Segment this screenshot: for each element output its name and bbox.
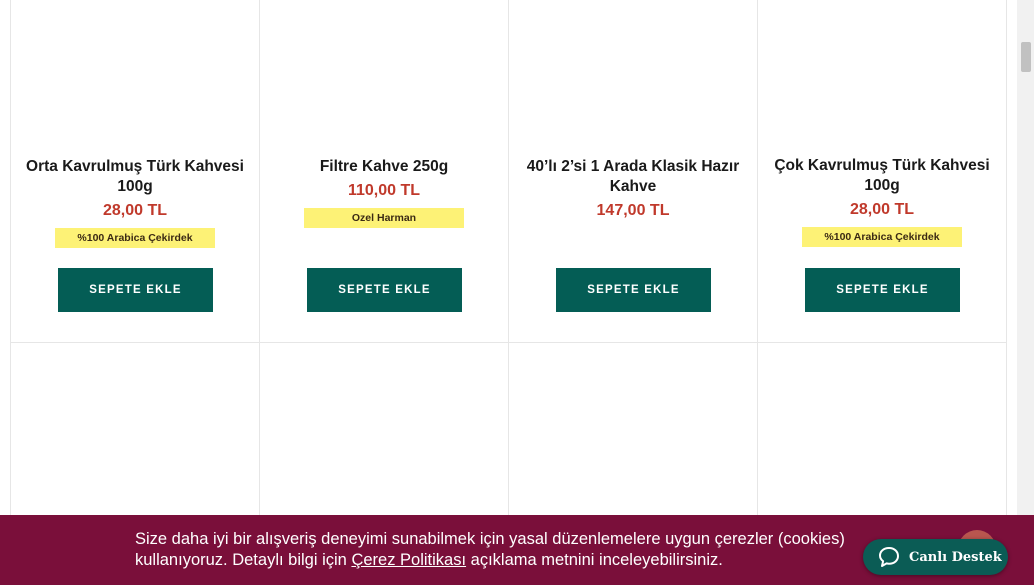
product-grid: Orta Kavrulmuş Türk Kahvesi 100g 28,00 T… [10,0,1007,585]
product-badge: %100 Arabica Çekirdek [802,227,962,247]
vertical-scrollbar[interactable] [1017,0,1034,515]
product-card: Filtre Kahve 250g 110,00 TL Ozel Harman … [260,0,509,343]
product-badge: %100 Arabica Çekirdek [55,228,215,248]
live-support-button[interactable]: Canlı Destek [863,539,1008,575]
product-price: 28,00 TL [849,201,915,218]
product-price: 110,00 TL [347,182,421,199]
add-to-cart-button[interactable]: SEPETE EKLE [556,268,711,312]
live-support-label: Canlı Destek [909,549,1002,565]
cookie-message: Size daha iyi bir alışveriş deneyimi sun… [135,529,915,571]
cookie-text-after: açıklama metnini inceleyebilirsiniz. [466,551,723,569]
product-price: 28,00 TL [102,202,168,219]
product-card: 40’lı 2’si 1 Arada Klasik Hazır Kahve 14… [509,0,758,343]
add-to-cart-button[interactable]: SEPETE EKLE [805,268,960,312]
product-name[interactable]: Orta Kavrulmuş Türk Kahvesi 100g [21,157,249,197]
scrollbar-thumb[interactable] [1021,42,1031,72]
cookie-policy-link[interactable]: Çerez Politikası [351,551,466,569]
chat-bubble-icon [879,547,899,567]
product-card: Orta Kavrulmuş Türk Kahvesi 100g 28,00 T… [11,0,260,343]
product-price: 147,00 TL [596,202,670,219]
product-name[interactable]: 40’lı 2’si 1 Arada Klasik Hazır Kahve [519,157,747,197]
product-name[interactable]: Filtre Kahve 250g [270,157,498,177]
add-to-cart-button[interactable]: SEPETE EKLE [307,268,462,312]
product-name[interactable]: Çok Kavrulmuş Türk Kahvesi 100g [768,156,996,196]
add-to-cart-button[interactable]: SEPETE EKLE [58,268,213,312]
product-card: Çok Kavrulmuş Türk Kahvesi 100g 28,00 TL… [758,0,1007,343]
product-badge: Ozel Harman [304,208,464,228]
